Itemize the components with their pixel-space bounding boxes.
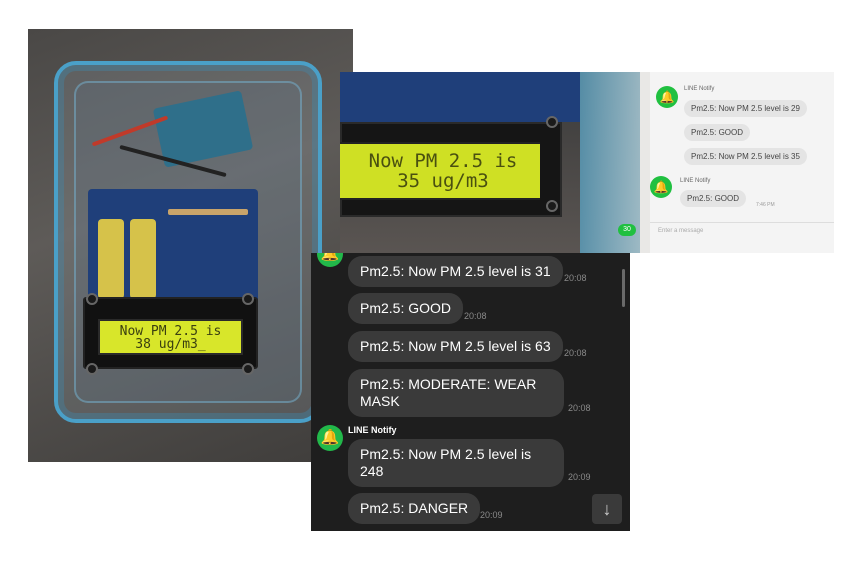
message-bubble: Pm2.5: Now PM 2.5 level is 29 <box>684 100 807 117</box>
bell-icon: 🔔 <box>650 176 672 198</box>
lcd-line-2: 38 ug/m3_ <box>135 337 206 352</box>
sender-name: LINE Notify <box>348 425 397 435</box>
message-bubble: Pm2.5: Now PM 2.5 level is 35 <box>684 148 807 165</box>
screw <box>242 363 254 375</box>
device-closeup: Now PM 2.5 is 35 ug/m3 <box>340 72 640 253</box>
lcd-screen: Now PM 2.5 is 38 ug/m3_ <box>98 319 243 355</box>
bell-icon: 🔔 <box>317 253 343 267</box>
message-bubble: Pm2.5: DANGER <box>348 493 481 524</box>
screw <box>546 200 558 212</box>
arrow-down-icon[interactable]: ↓ <box>592 494 622 524</box>
message-bubble: Pm2.5: Now PM 2.5 level is 31 <box>348 256 563 287</box>
wood-stick <box>168 209 248 215</box>
lcd-screen: Now PM 2.5 is 35 ug/m3 <box>340 142 540 200</box>
message-time: 7:46 PM <box>756 202 775 208</box>
sender-name: LINE Notify <box>684 86 715 92</box>
message-input: Enter a message <box>650 222 834 242</box>
message-bubble: Pm2.5: MODERATE: WEAR MASK <box>348 369 564 417</box>
message-time: 20:08 <box>568 403 591 413</box>
lcd-line-2: 35 ug/m3 <box>397 170 489 192</box>
message-time: 20:09 <box>480 510 503 520</box>
chat-screenshot: 🔔 Pm2.5: Now PM 2.5 level is 31 20:08 Pm… <box>311 253 630 531</box>
message-bubble: Pm2.5: Now PM 2.5 level is 248 <box>348 439 564 487</box>
message-input-placeholder: Enter a message <box>658 228 704 234</box>
unread-badge: 30 <box>618 224 636 236</box>
message-bubble: Pm2.5: GOOD <box>348 293 464 324</box>
screw <box>86 293 98 305</box>
bell-icon: 🔔 <box>317 425 343 451</box>
lcd-line-1: Now PM 2.5 is <box>368 150 518 172</box>
screw <box>242 293 254 305</box>
chat-screen-photo: 🔔 LINE Notify Pm2.5: Now PM 2.5 level is… <box>650 72 834 253</box>
screw <box>546 116 558 128</box>
screw <box>86 363 98 375</box>
battery <box>130 219 156 299</box>
message-bubble: Pm2.5: GOOD <box>680 190 747 207</box>
device-photo: Now PM 2.5 is 38 ug/m3_ <box>28 29 353 462</box>
lcd-closeup-photo: Now PM 2.5 is 35 ug/m3 30 🔔 LINE Notify … <box>340 72 834 253</box>
message-time: 20:09 <box>568 472 591 482</box>
message-time: 20:08 <box>564 348 587 358</box>
message-time: 20:08 <box>564 273 587 283</box>
message-bubble: Pm2.5: Now PM 2.5 level is 63 <box>348 331 563 362</box>
battery <box>98 219 124 299</box>
circuit-board <box>340 72 580 122</box>
bell-icon: 🔔 <box>656 86 678 108</box>
message-time: 20:08 <box>464 311 487 321</box>
message-bubble: Pm2.5: GOOD <box>684 124 751 141</box>
sender-name: LINE Notify <box>680 178 711 184</box>
scrollbar[interactable] <box>622 269 625 307</box>
